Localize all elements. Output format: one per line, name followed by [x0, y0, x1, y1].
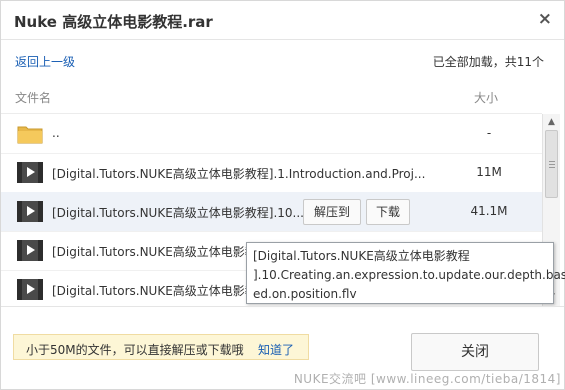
- watermark: NUKE交流吧 [www.lineeg.com/tieba/1814]: [293, 372, 561, 386]
- nav-bar: 返回上一级 已全部加载，共11个: [1, 41, 564, 75]
- dismiss-hint-link[interactable]: 知道了: [258, 341, 294, 358]
- folder-icon: [17, 126, 43, 144]
- size-hint-banner: 小于50M的文件，可以直接解压或下载哦 知道了: [13, 334, 309, 360]
- file-size: 11M: [476, 165, 502, 179]
- load-status: 已全部加载，共11个: [432, 55, 544, 69]
- video-file-icon: [17, 201, 43, 222]
- video-file-icon: [17, 162, 43, 183]
- download-button[interactable]: 下载: [366, 199, 410, 225]
- file-name: ..: [52, 126, 60, 140]
- archive-preview-dialog: Nuke 高级立体电影教程.rar × 返回上一级 已全部加载，共11个 文件名…: [0, 0, 565, 390]
- dialog-title: Nuke 高级立体电影教程.rar: [14, 13, 213, 31]
- title-bar: Nuke 高级立体电影教程.rar ×: [1, 1, 564, 39]
- close-button[interactable]: 关闭: [411, 333, 539, 371]
- file-size: 41.1M: [470, 204, 508, 218]
- file-name: [Digital.Tutors.NUKE高级立体电影教: [52, 284, 257, 298]
- list-item[interactable]: .. -: [1, 114, 542, 154]
- filename-tooltip: [Digital.Tutors.NUKE高级立体电影教程 ].10.Creati…: [246, 242, 565, 304]
- column-size: 大小: [474, 91, 499, 105]
- file-name: [Digital.Tutors.NUKE高级立体电影教: [52, 245, 257, 259]
- list-item[interactable]: [Digital.Tutors.NUKE高级立体电影教程].1.Introduc…: [1, 153, 542, 193]
- close-icon[interactable]: ×: [538, 9, 552, 29]
- tooltip-line: ].10.Creating.an.expression.to.update.ou…: [253, 268, 565, 282]
- file-size: -: [486, 126, 492, 140]
- divider: [1, 306, 564, 307]
- divider: [1, 39, 564, 40]
- scrollbar-thumb[interactable]: [545, 130, 558, 198]
- hint-text: 小于50M的文件，可以直接解压或下载哦: [26, 343, 244, 357]
- list-item[interactable]: [Digital.Tutors.NUKE高级立体电影教程].10... 解压到 …: [1, 192, 542, 232]
- video-file-icon: [17, 240, 43, 261]
- tooltip-line: [Digital.Tutors.NUKE高级立体电影教程: [253, 249, 470, 263]
- scroll-up-icon[interactable]: ▲: [545, 116, 558, 129]
- back-link[interactable]: 返回上一级: [15, 53, 75, 70]
- column-filename: 文件名: [15, 91, 52, 105]
- video-file-icon: [17, 279, 43, 300]
- file-name: [Digital.Tutors.NUKE高级立体电影教程].10...: [52, 206, 304, 220]
- column-header: 文件名 大小: [1, 77, 564, 113]
- file-name: [Digital.Tutors.NUKE高级立体电影教程].1.Introduc…: [52, 167, 426, 181]
- tooltip-line: ed.on.position.flv: [253, 287, 357, 301]
- extract-to-button[interactable]: 解压到: [303, 199, 361, 225]
